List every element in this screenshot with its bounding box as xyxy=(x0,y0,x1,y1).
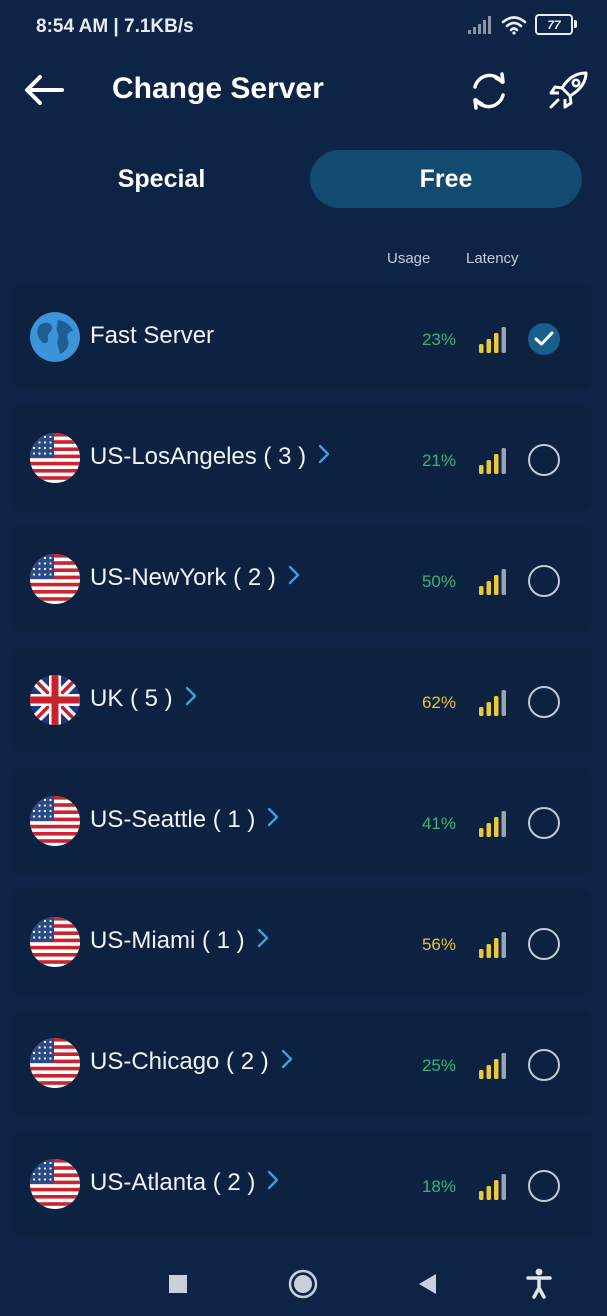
server-name: UK ( 5 ) xyxy=(90,685,197,713)
latency-signal-icon xyxy=(478,568,510,596)
server-list: Fast Server 23% US-LosAngeles ( 3 ) 21% US-N… xyxy=(12,284,592,1252)
server-name-label: US-Chicago ( 2 ) xyxy=(90,1048,269,1075)
latency-signal-icon xyxy=(478,326,510,354)
usage-column-header: Usage xyxy=(387,250,431,267)
chevron-right-icon[interactable] xyxy=(281,1048,293,1076)
server-type-tabs: Special Free xyxy=(14,150,584,210)
boost-button[interactable] xyxy=(546,68,592,114)
signal-icon xyxy=(468,15,491,34)
server-row[interactable]: Fast Server 23% xyxy=(12,284,592,390)
us-flag-icon xyxy=(30,796,80,846)
latency-signal-icon xyxy=(478,931,510,959)
server-name: Fast Server xyxy=(90,322,214,350)
us-flag-icon xyxy=(30,1159,80,1209)
chevron-right-icon[interactable] xyxy=(267,1169,279,1197)
server-row[interactable]: US-Seattle ( 1 ) 41% xyxy=(12,768,592,874)
usage-percent: 23% xyxy=(421,330,456,349)
rocket-icon xyxy=(549,71,588,109)
nav-back-button[interactable] xyxy=(410,1266,446,1302)
tab-special[interactable]: Special xyxy=(14,150,309,208)
latency-signal-icon xyxy=(478,689,510,717)
us-flag-icon xyxy=(30,917,80,967)
server-name-label: US-Atlanta ( 2 ) xyxy=(90,1169,256,1196)
server-name-label: UK ( 5 ) xyxy=(90,685,173,712)
usage-percent: 41% xyxy=(421,814,456,833)
server-name-label: US-Miami ( 1 ) xyxy=(90,927,245,954)
server-name-label: US-LosAngeles ( 3 ) xyxy=(90,443,307,470)
usage-percent: 56% xyxy=(421,935,456,954)
chevron-right-icon[interactable] xyxy=(185,685,197,713)
uk-flag-icon xyxy=(30,675,80,725)
select-radio[interactable] xyxy=(528,444,560,476)
globe-icon xyxy=(30,312,80,362)
usage-percent: 21% xyxy=(421,451,456,470)
back-triangle-icon xyxy=(419,1274,436,1294)
latency-signal-icon xyxy=(478,1052,510,1080)
server-row[interactable]: US-LosAngeles ( 3 ) 21% xyxy=(12,405,592,511)
select-radio[interactable] xyxy=(528,928,560,960)
chevron-right-icon[interactable] xyxy=(267,806,279,834)
usage-percent: 25% xyxy=(421,1056,456,1075)
usage-percent: 50% xyxy=(421,572,456,591)
back-arrow-icon xyxy=(25,75,64,105)
back-button[interactable] xyxy=(22,70,66,110)
us-flag-icon xyxy=(30,1038,80,1088)
server-name: US-Atlanta ( 2 ) xyxy=(90,1169,279,1197)
server-name: US-Seattle ( 1 ) xyxy=(90,806,279,834)
select-radio[interactable] xyxy=(528,1170,560,1202)
select-radio[interactable] xyxy=(528,565,560,597)
latency-signal-icon xyxy=(478,810,510,838)
tab-free[interactable]: Free xyxy=(310,150,582,208)
accessibility-button[interactable] xyxy=(521,1266,557,1302)
check-icon xyxy=(534,331,554,346)
selected-check-radio[interactable] xyxy=(528,323,560,355)
accessibility-icon xyxy=(526,1268,552,1299)
status-icons: 77 xyxy=(467,14,577,35)
latency-signal-icon xyxy=(478,447,510,475)
server-name-label: US-NewYork ( 2 ) xyxy=(90,564,276,591)
server-row[interactable]: US-Atlanta ( 2 ) 18% xyxy=(12,1131,592,1237)
server-row[interactable]: US-Miami ( 1 ) 56% xyxy=(12,889,592,995)
us-flag-icon xyxy=(30,433,80,483)
page-title: Change Server xyxy=(112,72,324,105)
chevron-right-icon[interactable] xyxy=(318,443,330,471)
server-row[interactable]: UK ( 5 ) 62% xyxy=(12,647,592,753)
server-name: US-NewYork ( 2 ) xyxy=(90,564,300,592)
server-row[interactable]: US-Chicago ( 2 ) 25% xyxy=(12,1010,592,1116)
latency-signal-icon xyxy=(478,1173,510,1201)
recents-button[interactable] xyxy=(160,1266,196,1302)
chevron-right-icon[interactable] xyxy=(257,927,269,955)
select-radio[interactable] xyxy=(528,807,560,839)
usage-percent: 18% xyxy=(421,1177,456,1196)
server-name: US-LosAngeles ( 3 ) xyxy=(90,443,330,471)
wifi-icon xyxy=(501,15,527,35)
app-screen: 8:54 AM | 7.1KB/s 77 Change Server Speci… xyxy=(0,0,607,1316)
select-radio[interactable] xyxy=(528,686,560,718)
home-circle-icon xyxy=(288,1269,318,1299)
server-name-label: Fast Server xyxy=(90,322,215,349)
recents-square-icon xyxy=(169,1275,187,1293)
chevron-right-icon[interactable] xyxy=(288,564,300,592)
usage-percent: 62% xyxy=(421,693,456,712)
refresh-icon xyxy=(473,72,505,110)
server-name: US-Chicago ( 2 ) xyxy=(90,1048,293,1076)
server-name-label: US-Seattle ( 1 ) xyxy=(90,806,256,833)
server-name: US-Miami ( 1 ) xyxy=(90,927,269,955)
server-row[interactable]: US-NewYork ( 2 ) 50% xyxy=(12,526,592,632)
status-bar: 8:54 AM | 7.1KB/s 77 xyxy=(0,0,607,56)
latency-column-header: Latency xyxy=(466,250,519,267)
header: Change Server xyxy=(0,56,607,126)
select-radio[interactable] xyxy=(528,1049,560,1081)
battery-icon: 77 xyxy=(535,14,577,35)
status-time: 8:54 AM | 7.1KB/s xyxy=(36,16,194,37)
us-flag-icon xyxy=(30,554,80,604)
home-button[interactable] xyxy=(285,1266,321,1302)
refresh-button[interactable] xyxy=(466,68,512,114)
system-nav-bar xyxy=(0,1246,607,1316)
